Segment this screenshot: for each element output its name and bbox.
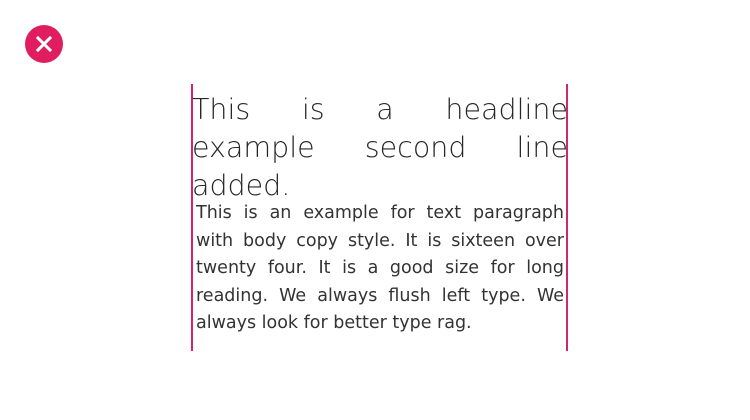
error-badge bbox=[25, 25, 63, 63]
body-paragraph: This is an example for text paragraph wi… bbox=[196, 203, 564, 333]
close-icon bbox=[35, 35, 53, 53]
headline-text: This is a headline example second line a… bbox=[192, 93, 568, 202]
